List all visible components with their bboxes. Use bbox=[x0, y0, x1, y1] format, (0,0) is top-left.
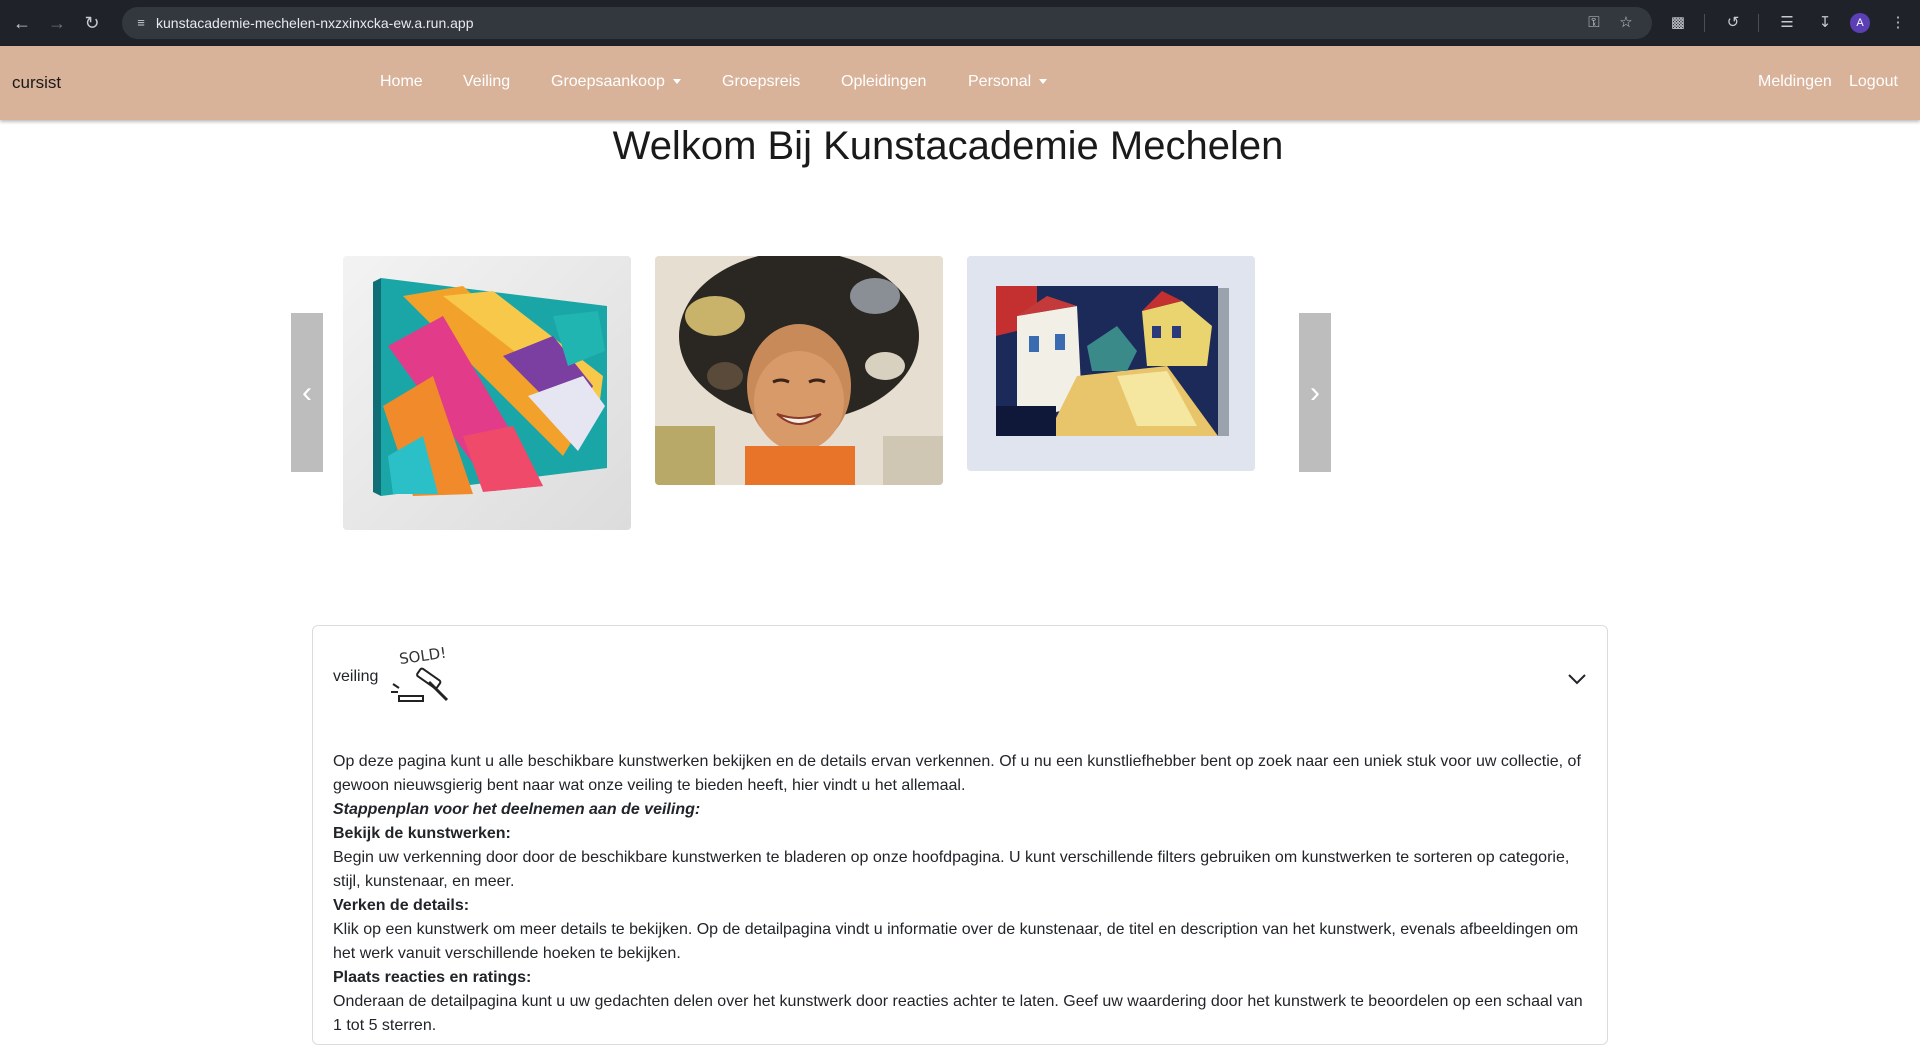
veiling-accordion: veiling SOLD! Op deze pagina kunt u alle… bbox=[312, 625, 1608, 1045]
navbar-brand[interactable]: cursist bbox=[12, 73, 61, 93]
abstract-canvas-image bbox=[343, 256, 631, 530]
smiling-woman-image bbox=[655, 256, 943, 485]
step1-heading: Bekijk de kunstwerken: bbox=[333, 825, 511, 842]
extensions-icon[interactable]: ▩ bbox=[1666, 11, 1690, 35]
chevron-right-icon: › bbox=[1310, 376, 1320, 409]
download-icon[interactable]: ↧ bbox=[1813, 11, 1837, 35]
carousel-slide-village-street[interactable] bbox=[967, 256, 1255, 471]
nav-groepsreis[interactable]: Groepsreis bbox=[722, 73, 800, 91]
chevron-left-icon: ‹ bbox=[302, 376, 312, 409]
forward-icon[interactable]: → bbox=[45, 11, 69, 35]
sold-logo-text: SOLD! bbox=[398, 644, 447, 668]
profile-avatar[interactable]: A bbox=[1850, 13, 1870, 33]
history-icon[interactable]: ↺ bbox=[1721, 11, 1745, 35]
nav-veiling[interactable]: Veiling bbox=[463, 73, 510, 91]
address-bar[interactable]: ≡ kunstacademie-mechelen-nxzxinxcka-ew.a… bbox=[122, 7, 1652, 39]
nav-meldingen[interactable]: Meldingen bbox=[1758, 73, 1832, 91]
nav-personal-dropdown[interactable]: Personal bbox=[968, 73, 1048, 91]
browser-toolbar: ← → ↻ ≡ kunstacademie-mechelen-nxzxinxck… bbox=[0, 0, 1920, 46]
carousel-next-button[interactable]: › bbox=[1299, 313, 1331, 472]
nav-opleidingen[interactable]: Opleidingen bbox=[841, 73, 926, 91]
menu-dots-icon[interactable]: ⋮ bbox=[1886, 11, 1910, 35]
bookmark-star-icon[interactable]: ☆ bbox=[1616, 13, 1636, 33]
step1-text: Begin uw verkenning door door de beschik… bbox=[333, 849, 1570, 890]
toolbar-divider bbox=[1758, 14, 1759, 32]
main-navbar: cursist Home Veiling Groepsaankoop Groep… bbox=[0, 46, 1920, 120]
caret-down-icon bbox=[1039, 79, 1048, 85]
nav-logout[interactable]: Logout bbox=[1849, 73, 1898, 91]
url-text[interactable]: kunstacademie-mechelen-nxzxinxcka-ew.a.r… bbox=[156, 15, 474, 31]
carousel-prev-button[interactable]: ‹ bbox=[291, 313, 323, 472]
password-key-icon[interactable]: ⚿ bbox=[1584, 13, 1604, 33]
nav-groepsaankoop-dropdown[interactable]: Groepsaankoop bbox=[551, 73, 681, 91]
step3-heading: Plaats reacties en ratings: bbox=[333, 969, 532, 986]
reading-list-icon[interactable]: ☰ bbox=[1775, 11, 1799, 35]
carousel-slide-smiling-woman[interactable] bbox=[655, 256, 943, 485]
toolbar-divider bbox=[1704, 14, 1705, 32]
step2-heading: Verken de details: bbox=[333, 897, 470, 914]
accordion-title: veiling bbox=[333, 668, 379, 685]
village-street-image bbox=[967, 256, 1255, 471]
caret-down-icon bbox=[672, 79, 681, 85]
nav-home[interactable]: Home bbox=[380, 73, 423, 91]
step2-text: Klik op een kunstwerk om meer details te… bbox=[333, 921, 1579, 962]
accordion-body: Op deze pagina kunt u alle beschikbare k… bbox=[333, 750, 1595, 1038]
sold-gavel-icon: SOLD! bbox=[391, 644, 449, 702]
page-title: Welkom Bij Kunstacademie Mechelen bbox=[612, 124, 1284, 168]
chevron-down-icon[interactable] bbox=[1567, 672, 1587, 686]
site-settings-icon[interactable]: ≡ bbox=[132, 14, 150, 32]
carousel-slide-abstract-canvas[interactable] bbox=[343, 256, 631, 530]
back-icon[interactable]: ← bbox=[10, 11, 34, 35]
reload-icon[interactable]: ↻ bbox=[80, 11, 104, 35]
nav-groepsaankoop-label: Groepsaankoop bbox=[551, 73, 665, 90]
intro-text: Op deze pagina kunt u alle beschikbare k… bbox=[333, 753, 1581, 794]
step3-text: Onderaan de detailpagina kunt u uw gedac… bbox=[333, 993, 1583, 1034]
nav-personal-label: Personal bbox=[968, 73, 1032, 90]
steps-heading: Stappenplan voor het deelnemen aan de ve… bbox=[333, 801, 701, 818]
